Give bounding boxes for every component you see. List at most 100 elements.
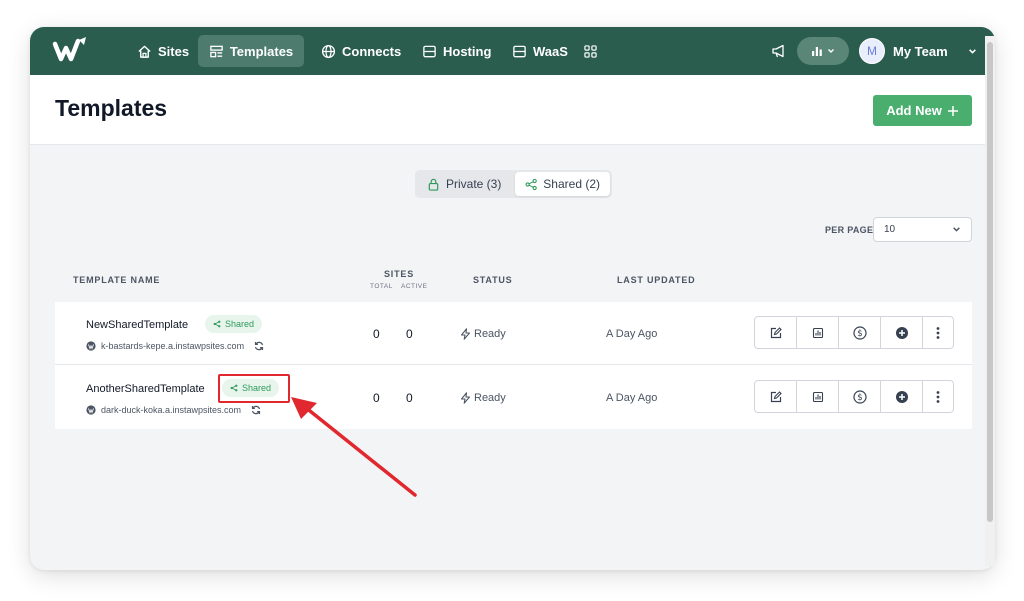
col-sites-active: ACTIVE <box>401 283 428 290</box>
last-updated: A Day Ago <box>606 392 658 404</box>
tab-private-label: Private (3) <box>446 177 502 191</box>
svg-text:$: $ <box>857 393 862 403</box>
site-url-text[interactable]: dark-duck-koka.a.instawpsites.com <box>101 405 241 415</box>
dollar-icon: $ <box>852 389 867 404</box>
refresh-icon[interactable] <box>251 405 261 415</box>
nav-templates-label: Templates <box>229 43 294 59</box>
more-button[interactable] <box>923 317 953 348</box>
site-url-text[interactable]: k-bastards-kepe.a.instawpsites.com <box>101 341 244 351</box>
page-header: Templates Add New <box>30 75 995 145</box>
more-icon <box>936 390 940 403</box>
team-menu[interactable]: M My Team <box>859 37 977 65</box>
nav-connects[interactable]: Connects <box>311 35 411 67</box>
lock-icon <box>428 178 439 191</box>
nav-sites[interactable]: Sites <box>127 35 199 67</box>
annotation-highlight-box <box>218 374 290 403</box>
col-sites-total: TOTAL <box>370 283 393 290</box>
add-icon <box>895 390 908 403</box>
team-name: My Team <box>893 43 948 59</box>
edit-button[interactable] <box>755 381 797 412</box>
visibility-toggle: Private (3) Shared (2) <box>415 170 612 198</box>
template-name[interactable]: AnotherSharedTemplate <box>86 383 205 395</box>
edit-icon <box>770 390 782 402</box>
scrollbar-thumb[interactable] <box>987 42 993 522</box>
dollar-icon: $ <box>852 325 867 340</box>
site-url: dark-duck-koka.a.instawpsites.com <box>86 405 261 415</box>
bar-chart-icon <box>812 47 822 56</box>
edit-icon <box>770 326 782 338</box>
row-actions: $ <box>754 316 954 349</box>
col-sites: SITES <box>384 269 415 279</box>
stats-dropdown[interactable] <box>797 37 849 65</box>
nav-hosting-label: Hosting <box>443 43 492 59</box>
nav-sites-label: Sites <box>158 43 190 59</box>
status: Ready <box>460 328 506 340</box>
status: Ready <box>460 392 506 404</box>
nav-hosting[interactable]: Hosting <box>412 35 501 67</box>
nav-waas[interactable]: WaaS <box>502 35 578 67</box>
col-last-updated: LAST UPDATED <box>617 275 696 285</box>
scrollbar[interactable] <box>985 36 995 566</box>
per-page-label: PER PAGE <box>825 225 874 235</box>
server-icon <box>423 45 436 57</box>
create-site-button[interactable] <box>881 317 923 348</box>
site-url: k-bastards-kepe.a.instawpsites.com <box>86 341 264 351</box>
refresh-icon[interactable] <box>254 341 264 351</box>
chevron-down-icon <box>828 49 834 53</box>
report-icon <box>812 391 823 402</box>
report-icon <box>812 327 823 338</box>
nav-templates[interactable]: Templates <box>198 35 304 67</box>
nav-waas-label: WaaS <box>533 43 568 59</box>
status-text: Ready <box>474 328 506 340</box>
globe-icon <box>321 44 336 58</box>
report-button[interactable] <box>797 317 839 348</box>
per-page-value: 10 <box>884 224 896 235</box>
col-status: STATUS <box>473 275 513 285</box>
announcements-button[interactable] <box>768 40 790 62</box>
templates-table: TEMPLATE NAME SITES TOTAL ACTIVE STATUS … <box>55 258 972 429</box>
home-icon <box>138 45 151 58</box>
add-icon <box>895 326 908 339</box>
last-updated: A Day Ago <box>606 328 658 340</box>
table-header: TEMPLATE NAME SITES TOTAL ACTIVE STATUS … <box>55 258 972 302</box>
top-navbar: Sites Templates Connects Hosting WaaS M … <box>30 27 995 75</box>
more-button[interactable] <box>923 381 953 412</box>
create-site-button[interactable] <box>881 381 923 412</box>
more-icon <box>936 326 940 339</box>
waas-icon <box>513 45 526 57</box>
instawp-logo[interactable] <box>52 37 92 65</box>
tab-private[interactable]: Private (3) <box>417 172 515 196</box>
table-row: AnotherSharedTemplate Shared dark-duck-k… <box>55 366 972 429</box>
shared-badge[interactable]: Shared <box>205 315 263 333</box>
report-button[interactable] <box>797 381 839 412</box>
svg-text:$: $ <box>857 329 862 339</box>
pricing-button[interactable]: $ <box>839 381 881 412</box>
page-title: Templates <box>55 95 168 121</box>
chevron-down-icon <box>953 227 960 232</box>
nav-connects-label: Connects <box>342 43 402 59</box>
tab-shared-label: Shared (2) <box>543 177 600 191</box>
sites-total: 0 <box>373 327 380 341</box>
status-text: Ready <box>474 392 506 404</box>
row-actions: $ <box>754 380 954 413</box>
shared-badge-label: Shared <box>225 319 255 329</box>
app-window: Sites Templates Connects Hosting WaaS M … <box>30 27 995 570</box>
per-page-select[interactable]: 10 <box>873 217 972 242</box>
megaphone-icon <box>772 44 784 58</box>
edit-button[interactable] <box>755 317 797 348</box>
share-icon <box>213 320 221 328</box>
add-new-label: Add New <box>886 103 942 118</box>
add-new-button[interactable]: Add New <box>873 95 972 126</box>
pricing-button[interactable]: $ <box>839 317 881 348</box>
apps-grid-button[interactable] <box>579 40 601 62</box>
lightning-icon <box>460 328 471 340</box>
template-name[interactable]: NewSharedTemplate <box>86 319 188 331</box>
col-template-name: TEMPLATE NAME <box>73 275 161 285</box>
tab-shared[interactable]: Shared (2) <box>515 172 610 196</box>
lightning-icon <box>460 392 471 404</box>
grid-icon <box>583 44 597 58</box>
annotation-arrow <box>291 397 417 497</box>
wordpress-icon <box>86 405 96 415</box>
sites-active: 0 <box>406 327 413 341</box>
wordpress-icon <box>86 341 96 351</box>
